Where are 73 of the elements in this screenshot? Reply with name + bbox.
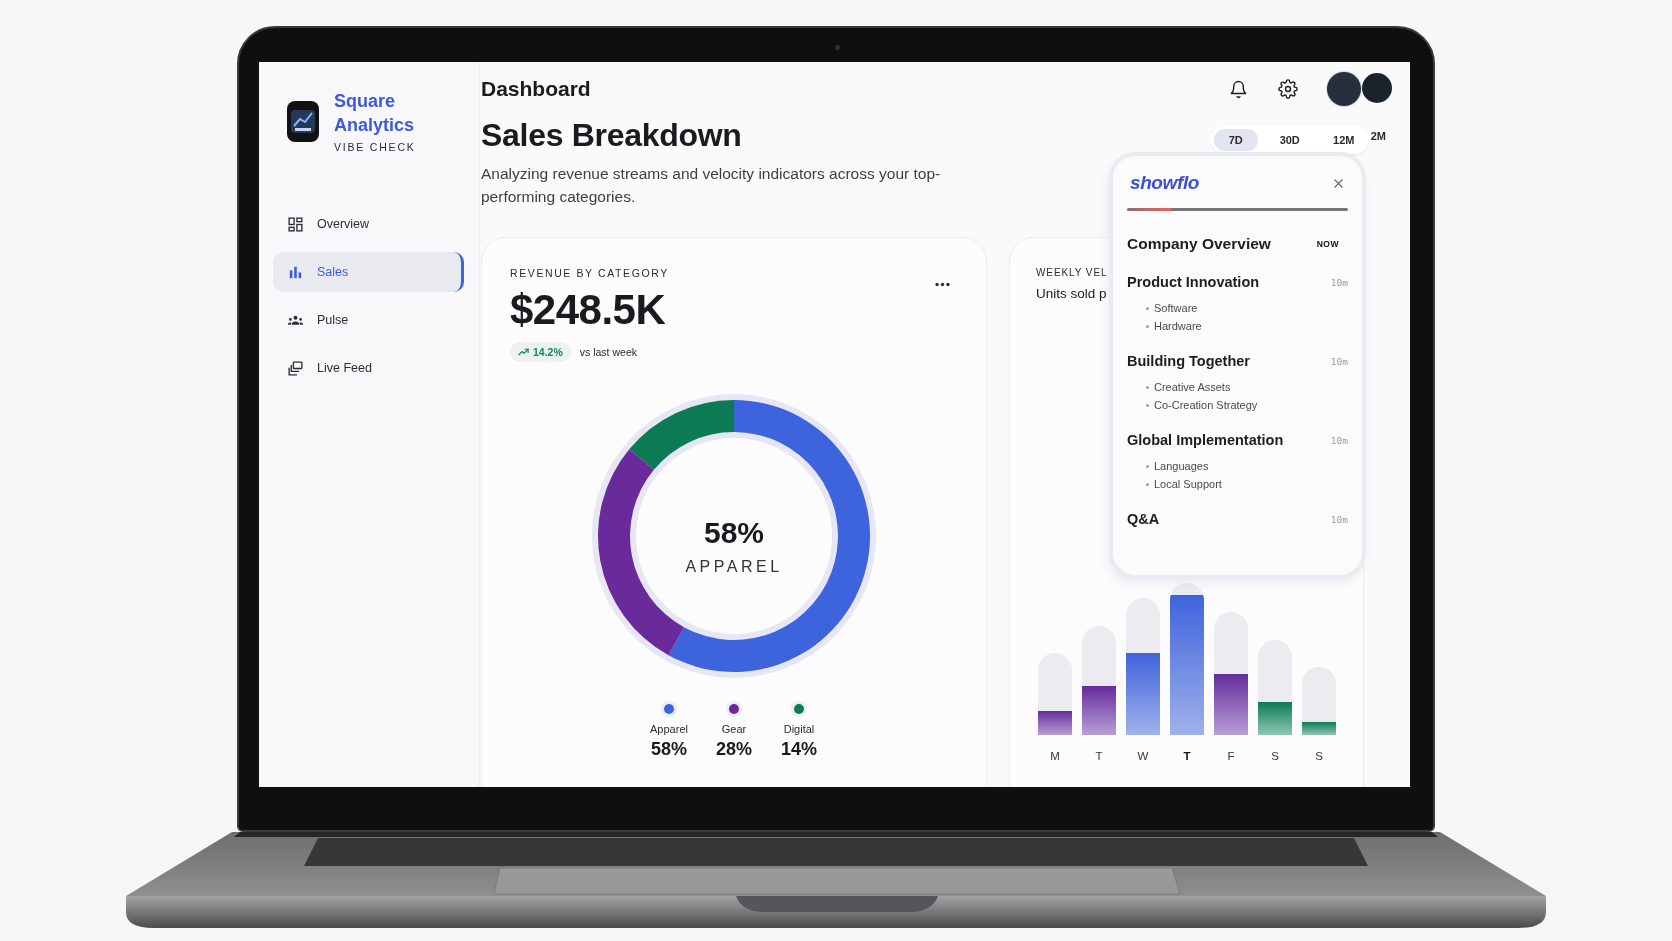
bullet-icon: [1146, 385, 1149, 389]
range-label: 2M: [1370, 130, 1386, 142]
user-avatar[interactable]: [1362, 72, 1392, 103]
agenda-title: Q&A: [1127, 510, 1160, 529]
agenda-time: 10m: [1330, 355, 1348, 367]
bullet-icon: [1146, 403, 1149, 407]
agenda-subitem: Co-Creation Strategy: [1154, 398, 1258, 413]
grid-icon: [287, 215, 304, 233]
agenda-time: 10m: [1330, 276, 1348, 288]
chart-bar: [1258, 702, 1292, 735]
app-logo-icon: [287, 101, 319, 142]
brand-name: Square Analytics: [334, 90, 416, 137]
bullet-icon: [1146, 464, 1149, 468]
range-tab[interactable]: 7D: [1213, 129, 1258, 151]
nav-item[interactable]: Sales: [273, 252, 464, 292]
card-label: WEEKLY VEL: [1036, 266, 1108, 280]
card-label: REVENUE BY CATEGORY: [510, 266, 669, 280]
agenda-subitem: Creative Assets: [1154, 380, 1231, 395]
legend-value: 14%: [781, 738, 817, 760]
agenda-title: Building Together: [1127, 352, 1250, 371]
agenda-subitem: Hardware: [1154, 319, 1202, 334]
revenue-amount: $248.5K: [510, 287, 667, 333]
bullet-icon: [1146, 482, 1149, 486]
more-icon[interactable]: [935, 282, 950, 287]
chart-bar: [1038, 711, 1072, 735]
nav-item[interactable]: Pulse: [273, 300, 464, 340]
legend-label: Apparel: [650, 722, 688, 736]
day-label: T: [1183, 749, 1191, 764]
stacked-windows-icon: [287, 359, 304, 377]
chart-bar: [1214, 674, 1248, 735]
day-label: S: [1271, 749, 1279, 764]
donut-label: APPAREL: [685, 556, 783, 577]
range-tab[interactable]: 30D: [1267, 129, 1312, 151]
donut-value: 58%: [703, 515, 764, 550]
nav-item[interactable]: Overview: [273, 204, 464, 244]
agenda-subitem: Local Support: [1154, 477, 1222, 492]
brand-tagline: VIBE CHECK: [334, 140, 417, 154]
bullet-icon: [1146, 324, 1149, 328]
agenda-time: NOW: [1316, 239, 1339, 249]
settings-icon[interactable]: [1278, 79, 1298, 99]
legend-label: Gear: [721, 722, 747, 736]
camera-icon: [835, 45, 840, 50]
section-title: Sales Breakdown: [481, 116, 743, 154]
agenda-title: Product Innovation: [1127, 273, 1260, 292]
legend-value: 28%: [716, 738, 752, 760]
chart-bar: [1082, 686, 1116, 735]
agenda-subitem: Languages: [1154, 459, 1209, 474]
agenda-subitem: Software: [1154, 301, 1198, 316]
trend-up-icon: [518, 348, 529, 356]
legend-value: 58%: [651, 738, 687, 760]
bell-icon[interactable]: [1229, 79, 1248, 99]
agenda-title: Company Overview: [1127, 234, 1271, 254]
comparison-caption: vs last week: [579, 346, 637, 358]
user-avatar[interactable]: [1327, 72, 1361, 106]
day-label: F: [1227, 749, 1235, 764]
nav-item[interactable]: Live Feed: [273, 348, 464, 388]
brand-logo: showflo: [1130, 171, 1199, 195]
agenda-time: 10m: [1330, 513, 1348, 525]
legend-label: Digital: [783, 722, 815, 736]
day-label: S: [1315, 749, 1323, 764]
section-description: Analyzing revenue streams and velocity indicators across your top-performing categories.: [481, 164, 942, 207]
bullet-icon: [1146, 306, 1149, 310]
trend-value: 14.2%: [533, 346, 563, 358]
day-label: M: [1050, 749, 1060, 764]
agenda-time: 10m: [1330, 434, 1348, 446]
agenda-title: Global Implementation: [1127, 431, 1284, 450]
day-label: T: [1095, 749, 1103, 764]
close-icon[interactable]: [1334, 178, 1343, 188]
card-subtitle: Units sold p: [1036, 285, 1107, 303]
page-heading: Dashboard: [481, 76, 591, 102]
range-tab[interactable]: 12M: [1321, 129, 1366, 151]
day-label: W: [1137, 749, 1149, 764]
chart-bar: [1302, 722, 1336, 735]
